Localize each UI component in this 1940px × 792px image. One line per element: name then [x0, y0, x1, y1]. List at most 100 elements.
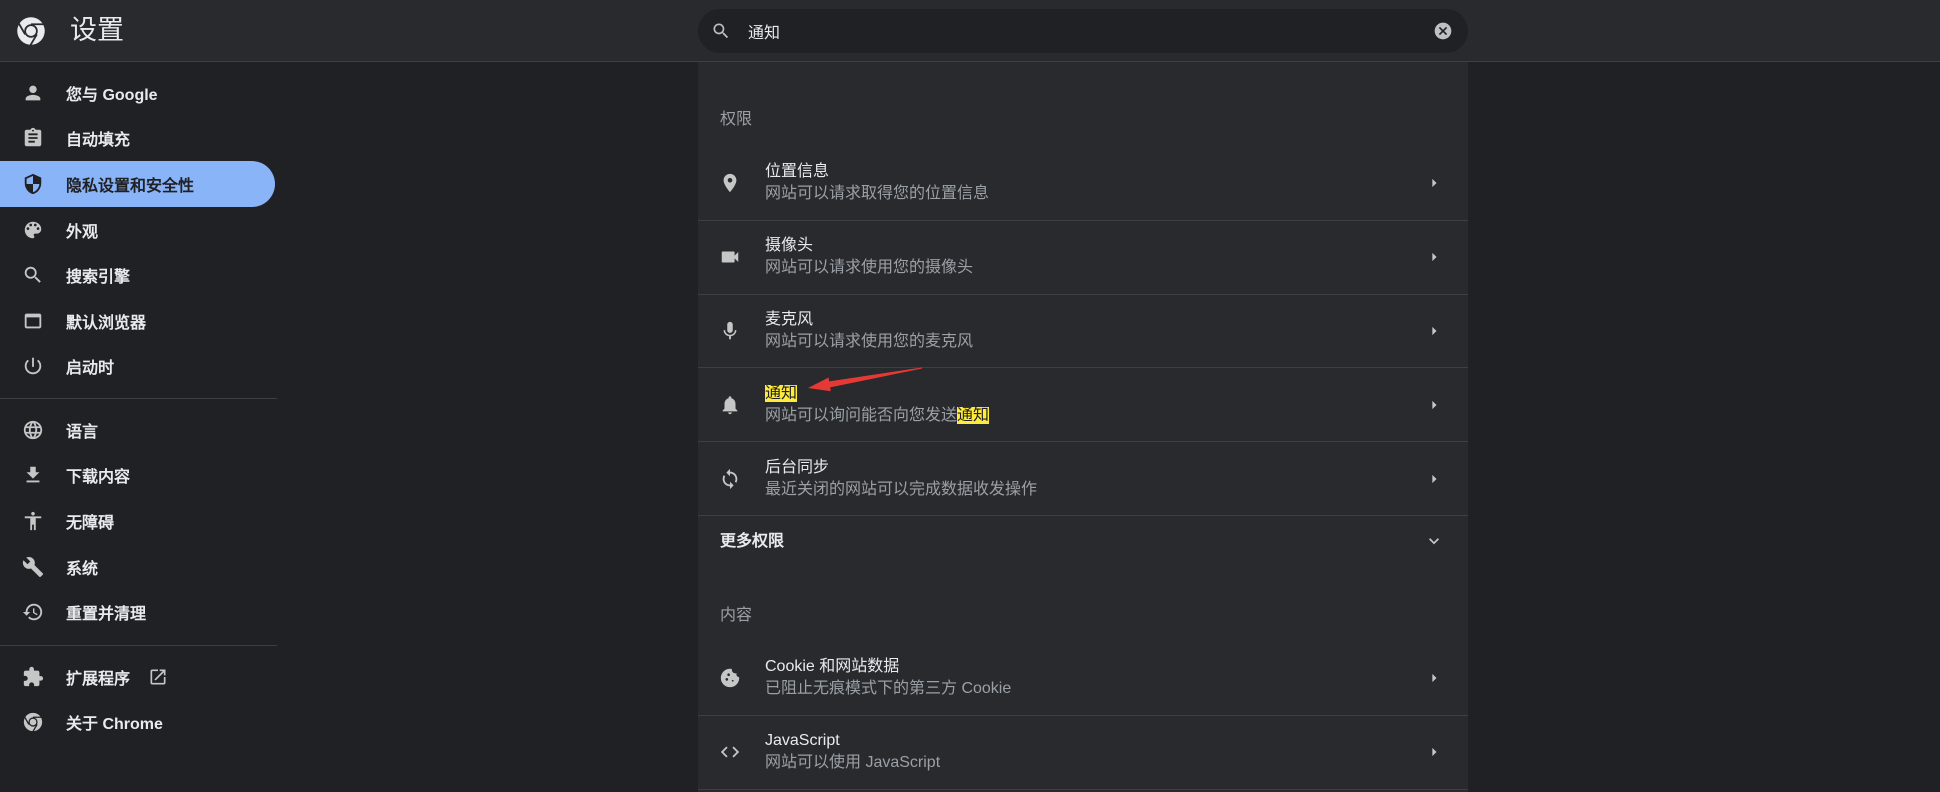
row-title: 通知	[765, 383, 989, 405]
download-icon	[22, 464, 44, 486]
browser-icon	[22, 310, 44, 332]
more-permissions-label: 更多权限	[720, 532, 785, 550]
sidebar-item-label: 重置并清理	[66, 606, 147, 624]
row-text: 位置信息 网站可以请求取得您的位置信息	[765, 161, 989, 205]
row-title: 摄像头	[765, 237, 814, 255]
sidebar-item-label: 无障碍	[66, 514, 115, 532]
sync-icon	[719, 468, 741, 490]
content-list: Cookie 和网站数据 已阻止无痕模式下的第三方 Cookie JavaScr…	[698, 641, 1468, 790]
section-heading-content: 内容	[720, 606, 753, 624]
wrench-icon	[22, 556, 44, 578]
sidebar-item-privacy-and-security[interactable]: 隐私设置和安全性	[0, 161, 275, 207]
sidebar-item-default-browser[interactable]: 默认浏览器	[0, 298, 275, 344]
sidebar-item-you-and-google[interactable]: 您与 Google	[0, 70, 275, 116]
page-title: 设置	[70, 15, 124, 45]
content-row-javascript[interactable]: JavaScript 网站可以使用 JavaScript	[698, 714, 1468, 790]
row-subtitle: 网站可以请求取得您的位置信息	[765, 184, 990, 202]
search-icon	[711, 21, 731, 41]
microphone-icon	[719, 320, 741, 342]
search-box[interactable]	[698, 9, 1468, 53]
sidebar-item-system[interactable]: 系统	[0, 544, 275, 590]
row-title: 后台同步	[765, 458, 830, 476]
more-permissions-toggle[interactable]: 更多权限	[698, 514, 1468, 567]
row-title: 位置信息	[765, 162, 830, 180]
restore-icon	[22, 601, 44, 623]
arrow-right-icon	[1424, 469, 1444, 489]
sidebar-group: 您与 Google 自动填充 隐私设置和安全性 外观 搜索引擎 默认浏览器 启动…	[0, 70, 277, 389]
palette-icon	[22, 219, 44, 241]
puzzle-icon	[22, 666, 44, 688]
arrow-right-icon	[1424, 395, 1444, 415]
sidebar-item-label: 隐私设置和安全性	[66, 177, 195, 195]
sidebar-item-label: 外观	[66, 223, 99, 241]
settings-card: 权限 位置信息 网站可以请求取得您的位置信息 摄像头 网站可以请求使用您的摄像头…	[698, 62, 1468, 792]
row-subtitle: 最近关闭的网站可以完成数据收发操作	[765, 480, 1038, 498]
chrome-icon	[22, 711, 44, 733]
sidebar-divider	[0, 398, 277, 399]
sidebar-item-downloads[interactable]: 下载内容	[0, 453, 275, 499]
sidebar-item-accessibility[interactable]: 无障碍	[0, 498, 275, 544]
sidebar-item-label: 系统	[66, 560, 99, 578]
row-subtitle: 网站可以使用 JavaScript	[765, 754, 941, 772]
permission-row-background-sync[interactable]: 后台同步 最近关闭的网站可以完成数据收发操作	[698, 441, 1468, 515]
search-match-highlight: 通知	[765, 384, 798, 402]
sidebar-item-label: 您与 Google	[66, 86, 158, 104]
accessibility-icon	[22, 510, 44, 532]
power-icon	[22, 355, 44, 377]
search-icon	[22, 264, 44, 286]
permission-row-notifications[interactable]: 通知 网站可以询问能否向您发送通知	[698, 367, 1468, 441]
sidebar-item-label: 扩展程序	[66, 670, 131, 688]
location-icon	[719, 172, 741, 194]
row-text: Cookie 和网站数据 已阻止无痕模式下的第三方 Cookie	[765, 656, 1011, 700]
sidebar-item-extensions[interactable]: 扩展程序	[0, 654, 275, 700]
search-input[interactable]	[748, 9, 1388, 53]
code-icon	[719, 741, 741, 763]
sidebar-item-label: 语言	[66, 423, 99, 441]
sidebar-item-languages[interactable]: 语言	[0, 407, 275, 453]
globe-icon	[22, 419, 44, 441]
sidebar-item-on-startup[interactable]: 启动时	[0, 344, 275, 390]
row-text: 摄像头 网站可以请求使用您的摄像头	[765, 235, 973, 279]
arrow-right-icon	[1424, 668, 1444, 688]
chrome-logo-icon	[16, 16, 46, 46]
section-heading-permissions: 权限	[720, 111, 753, 128]
camera-icon	[719, 246, 741, 268]
row-text: 通知 网站可以询问能否向您发送通知	[765, 383, 990, 427]
row-title: 麦克风	[765, 310, 814, 328]
sidebar-item-appearance[interactable]: 外观	[0, 207, 275, 253]
row-title: Cookie 和网站数据	[765, 657, 900, 675]
cookie-icon	[719, 667, 741, 689]
sidebar-item-autofill[interactable]: 自动填充	[0, 116, 275, 162]
arrow-right-icon	[1424, 321, 1444, 341]
sidebar-item-label: 启动时	[66, 360, 115, 378]
sidebar-item-search-engine[interactable]: 搜索引擎	[0, 252, 275, 298]
sidebar-item-label: 搜索引擎	[66, 269, 131, 287]
sidebar-group: 扩展程序 关于 Chrome	[0, 654, 277, 745]
sidebar-item-label: 下载内容	[66, 469, 131, 487]
arrow-right-icon	[1424, 247, 1444, 267]
clear-search-icon[interactable]	[1433, 21, 1453, 41]
permission-row-camera[interactable]: 摄像头 网站可以请求使用您的摄像头	[698, 219, 1468, 294]
sidebar-item-label: 关于 Chrome	[66, 716, 163, 734]
sidebar-divider	[0, 645, 277, 646]
row-title: JavaScript	[765, 732, 840, 750]
row-text: JavaScript 网站可以使用 JavaScript	[765, 730, 940, 774]
row-subtitle: 已阻止无痕模式下的第三方 Cookie	[765, 679, 1012, 697]
shield-icon	[22, 173, 44, 195]
sidebar-item-reset-and-clean-up[interactable]: 重置并清理	[0, 589, 275, 635]
permission-row-microphone[interactable]: 麦克风 网站可以请求使用您的麦克风	[698, 293, 1468, 368]
clipboard-icon	[22, 127, 44, 149]
sidebar: 您与 Google 自动填充 隐私设置和安全性 外观 搜索引擎 默认浏览器 启动…	[0, 62, 277, 792]
sidebar-group: 语言 下载内容 无障碍 系统 重置并清理	[0, 407, 277, 635]
chevron-down-icon	[1424, 531, 1444, 551]
row-text: 麦克风 网站可以请求使用您的麦克风	[765, 309, 973, 353]
permission-row-location[interactable]: 位置信息 网站可以请求取得您的位置信息	[698, 146, 1468, 220]
person-icon	[22, 82, 44, 104]
open-in-new-icon	[148, 667, 168, 687]
arrow-right-icon	[1424, 173, 1444, 193]
row-subtitle-text: 网站可以询问能否向您发送	[765, 406, 958, 424]
row-text: 后台同步 最近关闭的网站可以完成数据收发操作	[765, 457, 1037, 501]
content-row-cookies[interactable]: Cookie 和网站数据 已阻止无痕模式下的第三方 Cookie	[698, 641, 1468, 715]
permissions-list: 位置信息 网站可以请求取得您的位置信息 摄像头 网站可以请求使用您的摄像头 麦克…	[698, 146, 1468, 515]
sidebar-item-about-chrome[interactable]: 关于 Chrome	[0, 700, 275, 746]
